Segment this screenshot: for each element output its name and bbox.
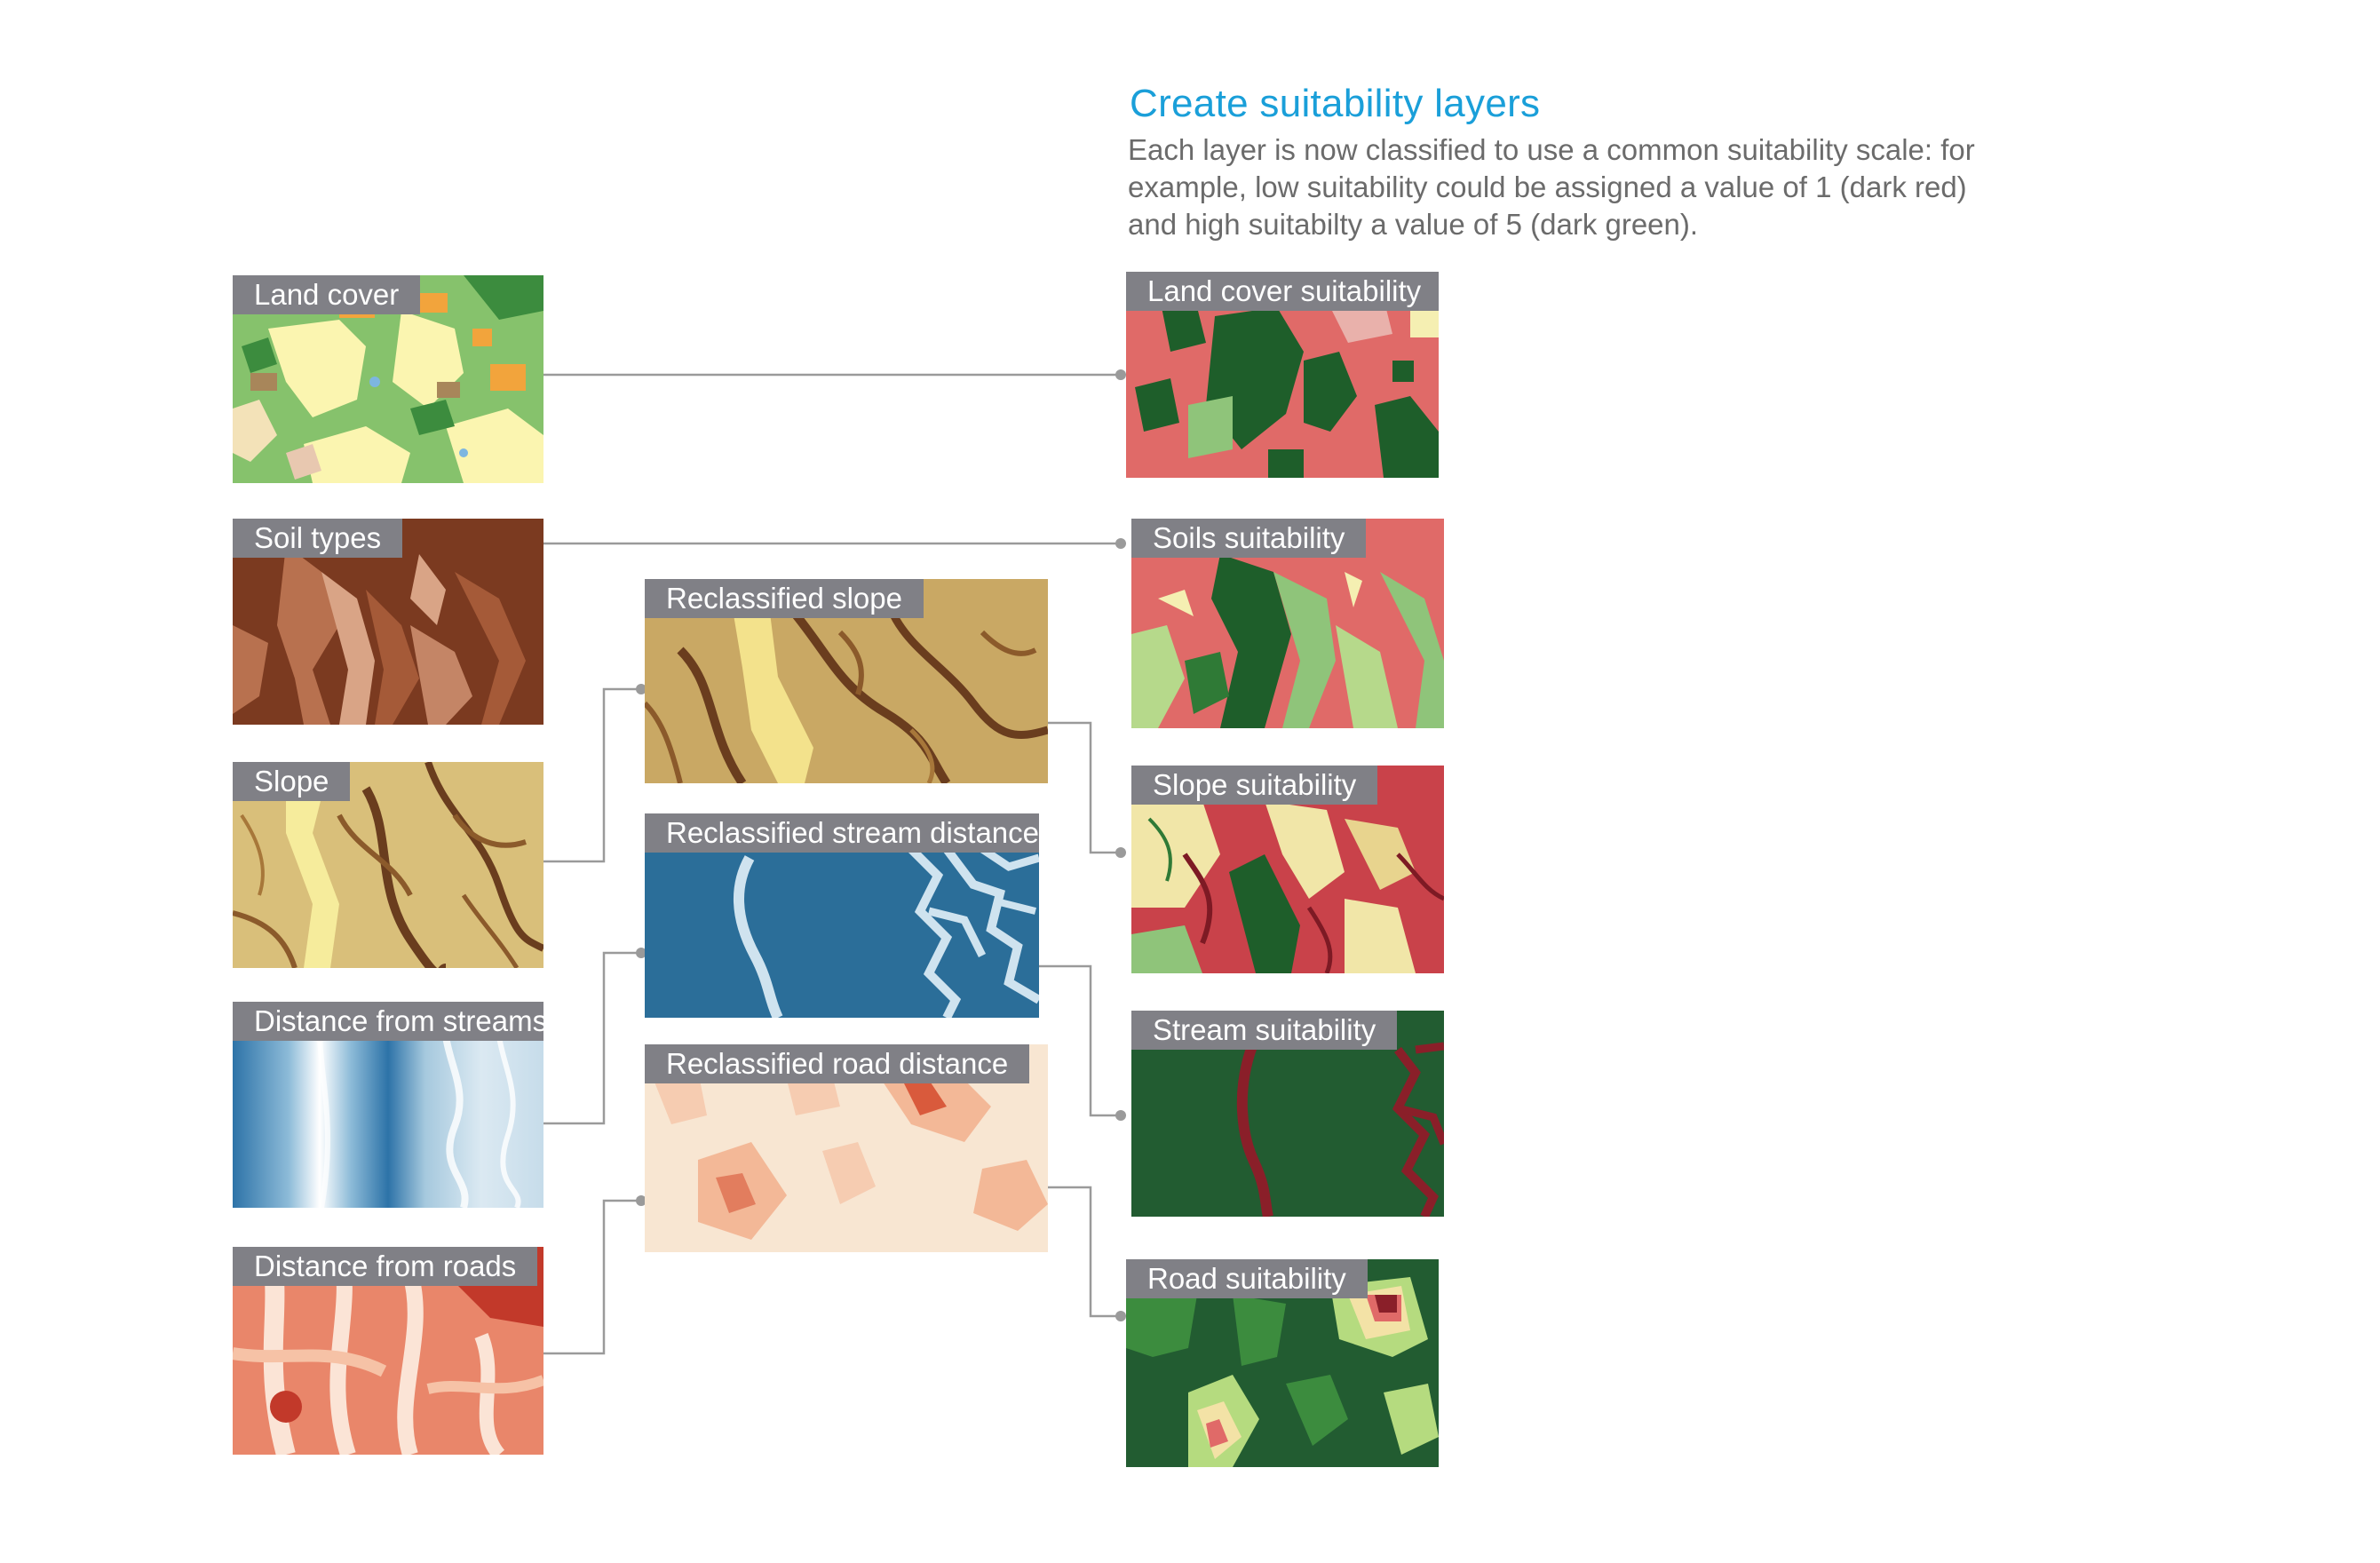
road-suitability-map: Road suitability — [1126, 1259, 1439, 1467]
slope-map: Slope — [233, 762, 543, 968]
layer-label: Distance from streams — [233, 1002, 543, 1041]
distance-streams-map: Distance from streams — [233, 1002, 543, 1208]
layer-label: Land cover suitability — [1126, 272, 1439, 311]
layer-label: Soils suitability — [1131, 519, 1367, 558]
connector-node — [1115, 847, 1126, 858]
soils-suitability-map: Soils suitability — [1131, 519, 1444, 728]
connector-reclass-road-to-suit — [1048, 1186, 1121, 1318]
layer-label: Reclassified road distance — [645, 1044, 1030, 1083]
connector-node — [1115, 538, 1126, 549]
connector-node — [1115, 369, 1126, 380]
slope-suitability-map: Slope suitability — [1131, 766, 1444, 973]
distance-roads-map: Distance from roads — [233, 1247, 543, 1455]
layer-label: Slope suitability — [1131, 766, 1378, 805]
connector-roads-to-reclass — [543, 1199, 641, 1355]
soil-types-map: Soil types — [233, 519, 543, 725]
page-title: Create suitability layers — [1130, 82, 1541, 125]
land-cover-map: Land cover — [233, 275, 543, 483]
reclassified-stream-map: Reclassified stream distance — [645, 813, 1039, 1018]
page-description: Each layer is now classified to use a co… — [1128, 133, 1975, 241]
connector-node — [1115, 1110, 1126, 1121]
layer-label: Stream suitability — [1131, 1011, 1398, 1050]
suitability-diagram: Create suitability layers Each layer is … — [0, 0, 2380, 1563]
reclassified-slope-map: Reclassified slope — [645, 579, 1048, 783]
connector-reclass-slope-to-suit — [1048, 721, 1121, 854]
layer-label: Soil types — [233, 519, 403, 558]
layer-label: Reclassified slope — [645, 579, 924, 618]
layer-label: Slope — [233, 762, 351, 801]
land-cover-suitability-map: Land cover suitability — [1126, 272, 1439, 478]
layer-label: Road suitability — [1126, 1259, 1368, 1298]
layer-label: Land cover — [233, 275, 421, 314]
reclassified-road-map: Reclassified road distance — [645, 1044, 1048, 1252]
connector-reclass-stream-to-suit — [1039, 964, 1121, 1117]
layer-label: Reclassified stream distance — [645, 813, 1039, 853]
layer-label: Distance from roads — [233, 1247, 538, 1286]
stream-suitability-map: Stream suitability — [1131, 1011, 1444, 1217]
connector-slope-to-reclass — [543, 687, 641, 863]
connector-node — [1115, 1311, 1126, 1321]
connector-streams-to-reclass — [543, 951, 641, 1125]
